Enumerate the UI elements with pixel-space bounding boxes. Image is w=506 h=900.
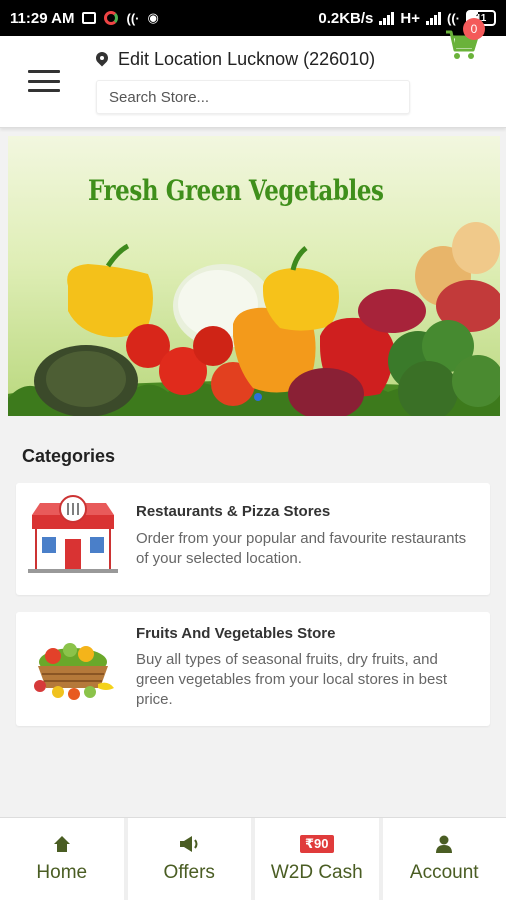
restaurant-store-icon xyxy=(28,495,118,573)
bottom-navigation: Home Offers ₹90 W2D Cash Account xyxy=(0,817,506,900)
location-pin-icon xyxy=(96,52,108,68)
signal-icon-2 xyxy=(426,11,441,25)
message-icon xyxy=(82,12,97,24)
nav-home[interactable]: Home xyxy=(0,818,128,900)
category-name: Restaurants & Pizza Stores xyxy=(136,503,331,520)
app-header: Edit Location Lucknow (226010) xyxy=(0,36,506,128)
status-bar: 11:29 AM ((· ◉ 0.2KB/s H+ ((· 11 xyxy=(0,0,506,36)
android-icon: ◉ xyxy=(147,10,159,25)
location-label: Edit Location Lucknow (226010) xyxy=(118,49,376,69)
wifi-icon: ((· xyxy=(126,10,140,26)
cart-count-badge: 0 xyxy=(463,18,485,40)
category-card-fruits-vegetables[interactable]: Fruits And Vegetables Store Buy all type… xyxy=(16,612,490,726)
nav-offers-label: Offers xyxy=(163,862,215,883)
signal-icon xyxy=(379,11,395,25)
category-description: Order from your popular and favourite re… xyxy=(136,530,467,567)
wifi-icon-right: ((· xyxy=(447,10,460,26)
search-input[interactable] xyxy=(96,80,410,114)
fruit-basket-icon xyxy=(34,643,114,700)
promo-banner[interactable]: Fresh Green Vegetables xyxy=(8,136,500,416)
nav-home-label: Home xyxy=(36,862,88,883)
location-selector[interactable]: Edit Location Lucknow (226010) xyxy=(96,49,375,70)
megaphone-icon xyxy=(180,836,198,852)
user-icon xyxy=(436,835,453,853)
status-time: 11:29 AM xyxy=(10,9,75,27)
network-type: H+ xyxy=(400,9,420,27)
menu-icon[interactable] xyxy=(28,70,60,92)
category-description: Buy all types of seasonal fruits, dry fr… xyxy=(136,651,447,708)
banner-title: Fresh Green Vegetables xyxy=(88,174,384,207)
nav-w2d-cash[interactable]: ₹90 W2D Cash xyxy=(255,818,383,900)
category-name: Fruits And Vegetables Store xyxy=(136,625,336,642)
category-card-restaurants[interactable]: Restaurants & Pizza Stores Order from yo… xyxy=(16,483,490,595)
categories-title: Categories xyxy=(22,446,116,466)
network-speed: 0.2KB/s xyxy=(318,9,374,27)
nav-account-label: Account xyxy=(409,862,479,883)
nav-offers[interactable]: Offers xyxy=(128,818,255,900)
cash-badge: ₹90 xyxy=(299,835,334,853)
nav-w2d-cash-label: W2D Cash xyxy=(270,862,363,883)
nav-account[interactable]: Account xyxy=(383,818,506,900)
google-icon xyxy=(104,11,119,25)
carousel-indicator[interactable] xyxy=(254,393,262,401)
home-icon xyxy=(53,836,70,852)
